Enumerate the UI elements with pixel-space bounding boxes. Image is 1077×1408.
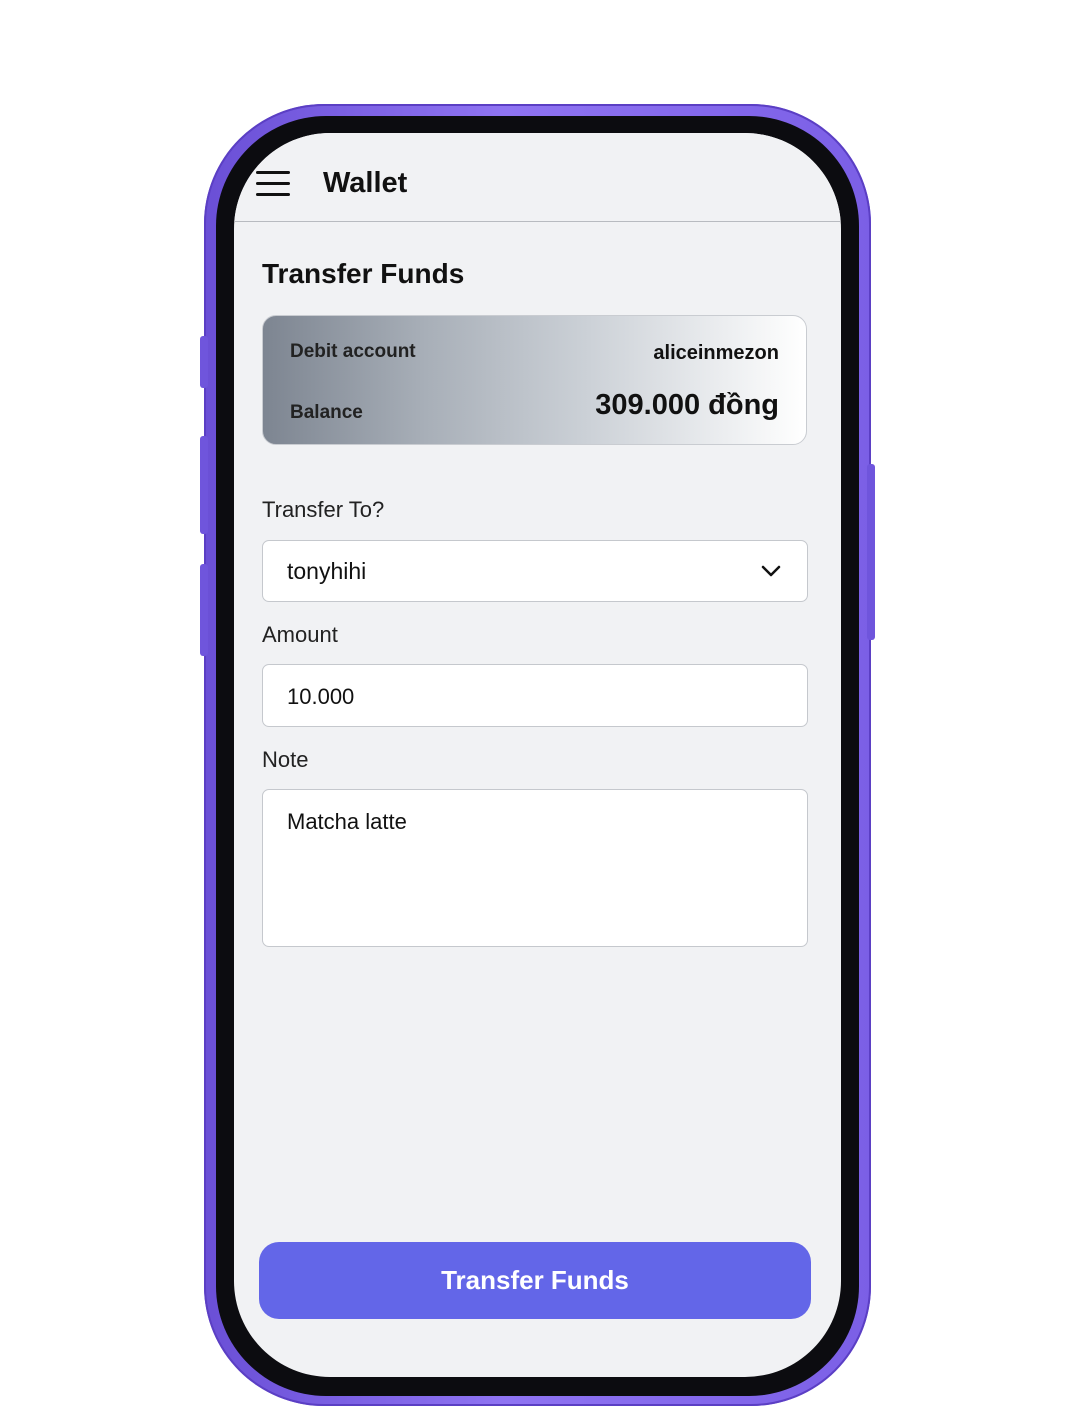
phone-volume-down-button <box>200 564 208 656</box>
note-value: Matcha latte <box>287 809 407 834</box>
app-header: Wallet <box>234 133 841 222</box>
hamburger-menu-icon[interactable] <box>256 171 290 197</box>
balance-label: Balance <box>290 402 363 423</box>
phone-action-button <box>200 336 208 388</box>
transfer-to-selected-value: tonyhihi <box>287 558 367 584</box>
balance-value: 309.000 đồng <box>595 389 779 421</box>
transfer-funds-button[interactable]: Transfer Funds <box>259 1242 811 1319</box>
debit-account-value: aliceinmezon <box>653 342 779 364</box>
debit-account-card: Debit account aliceinmezon Balance 309.0… <box>262 315 807 445</box>
phone-power-button <box>867 464 875 640</box>
transfer-to-label: Transfer To? <box>262 497 385 522</box>
amount-value: 10.000 <box>287 684 355 709</box>
chevron-down-icon[interactable] <box>761 561 781 581</box>
device-stage: Wallet Transfer Funds Debit account alic… <box>0 0 1077 1408</box>
phone-volume-up-button <box>200 436 208 534</box>
transfer-to-select[interactable]: tonyhihi <box>262 540 808 602</box>
debit-account-label: Debit account <box>290 341 416 362</box>
app-screen: Wallet Transfer Funds Debit account alic… <box>234 133 841 1377</box>
amount-input[interactable]: 10.000 <box>262 664 808 727</box>
note-textarea[interactable]: Matcha latte <box>262 789 808 947</box>
page-title: Wallet <box>323 167 408 199</box>
amount-label: Amount <box>262 622 338 647</box>
section-title: Transfer Funds <box>262 258 465 289</box>
note-label: Note <box>262 747 309 772</box>
